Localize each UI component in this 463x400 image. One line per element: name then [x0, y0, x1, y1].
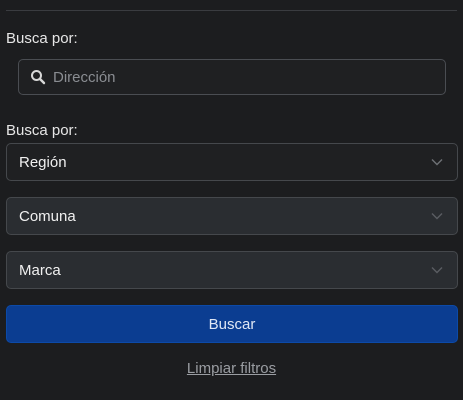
search-button[interactable]: Buscar	[6, 305, 458, 343]
filter-section-label: Busca por:	[6, 122, 78, 139]
search-icon	[19, 69, 53, 85]
search-section-label: Busca por:	[6, 30, 78, 47]
address-search-input[interactable]	[53, 60, 445, 94]
comuna-select-label: Comuna	[19, 207, 76, 225]
chevron-down-icon	[431, 266, 443, 274]
region-select[interactable]: Región	[6, 143, 458, 181]
clear-filters-link[interactable]: Limpiar filtros	[0, 360, 463, 377]
region-select-label: Región	[19, 153, 67, 171]
marca-select-label: Marca	[19, 261, 61, 279]
chevron-down-icon	[431, 212, 443, 220]
top-divider	[6, 10, 457, 11]
chevron-down-icon	[431, 158, 443, 166]
marca-select[interactable]: Marca	[6, 251, 458, 289]
filter-panel: Busca por: Busca por: Región Comuna Marc…	[0, 0, 463, 400]
comuna-select[interactable]: Comuna	[6, 197, 458, 235]
address-search-box[interactable]	[18, 59, 446, 95]
